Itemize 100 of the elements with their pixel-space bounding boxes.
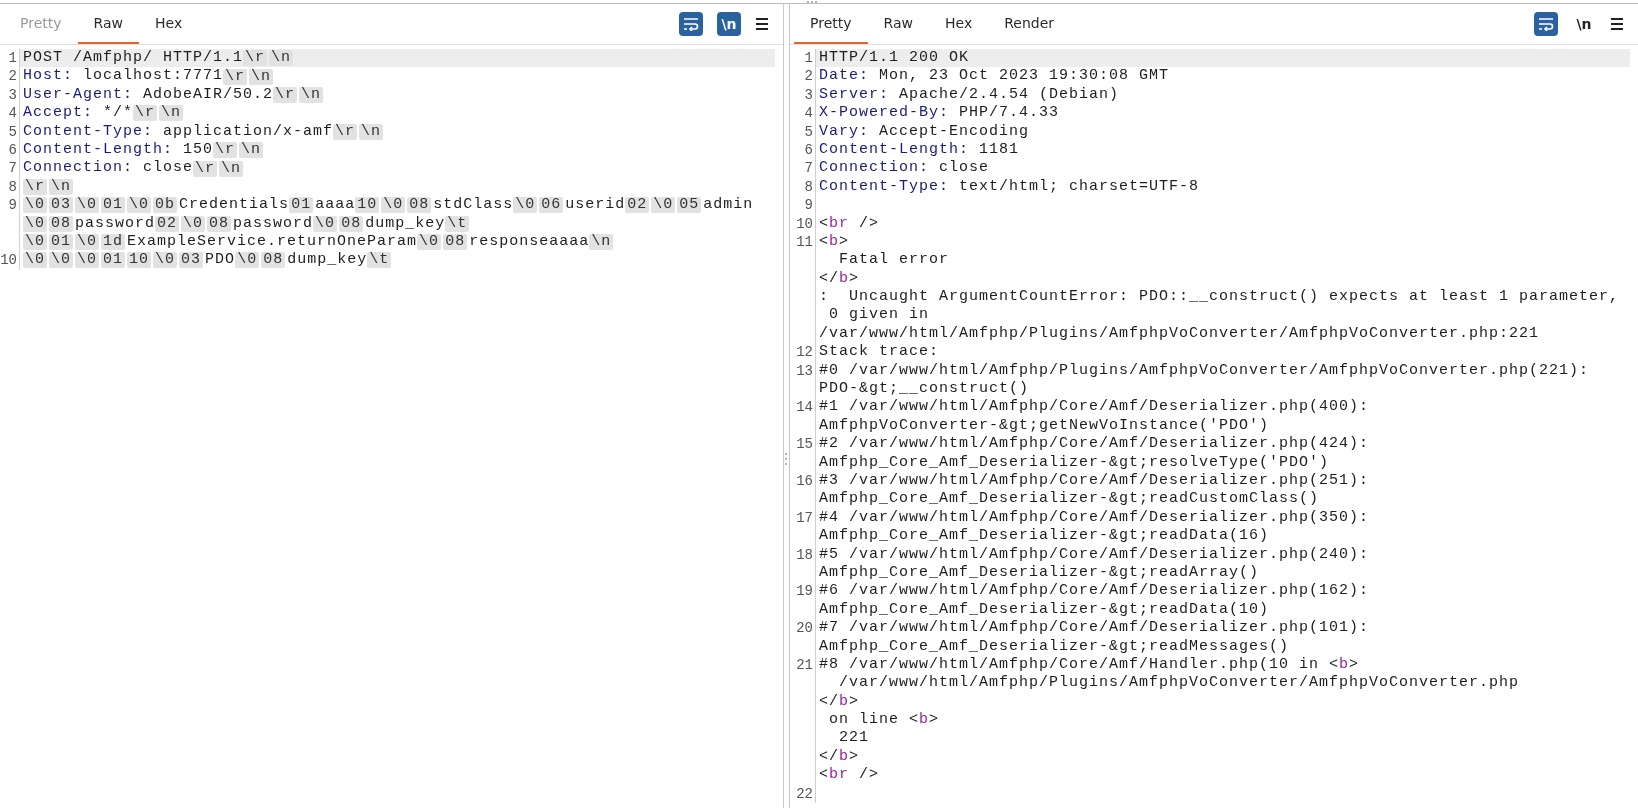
escape-sequence: \0 bbox=[153, 252, 178, 269]
code-line: PDO-&gt;__construct() bbox=[819, 380, 1030, 399]
resize-grip-icon[interactable] bbox=[784, 452, 788, 466]
code-line: Amfphp_Core_Amf_Deserializer-&gt;resolveType('PDO') bbox=[819, 453, 1330, 472]
escape-sequence: \0 bbox=[651, 197, 676, 214]
escape-sequence: \0 bbox=[513, 197, 538, 214]
code-text: close bbox=[142, 159, 194, 178]
escape-sequence: 08 bbox=[339, 215, 364, 232]
line-number: 19 bbox=[796, 583, 813, 600]
line-number: 6 bbox=[804, 141, 813, 158]
escape-sequence: \0 bbox=[235, 252, 260, 269]
code-text: */* bbox=[102, 104, 134, 123]
line-number: 14 bbox=[796, 399, 813, 416]
code-line: Date: Mon, 23 Oct 2023 19:30:08 GMT bbox=[819, 67, 1170, 86]
escape-sequence: \n bbox=[49, 178, 74, 195]
code-text: aaaa bbox=[315, 196, 356, 215]
resize-grip-icon[interactable] bbox=[806, 0, 818, 4]
line-number: 2 bbox=[8, 68, 17, 85]
escape-sequence: \0 bbox=[23, 234, 47, 251]
escape-sequence: \r bbox=[333, 123, 358, 140]
line-number: 4 bbox=[8, 105, 17, 122]
code-line: Stack trace: bbox=[819, 343, 940, 362]
code-line: Content-Length: 1181 bbox=[819, 140, 1020, 160]
code-line: Connection: close bbox=[819, 159, 990, 178]
escape-sequence: \r bbox=[213, 142, 238, 159]
line-number: 22 bbox=[796, 785, 813, 802]
wrap-icon bbox=[1538, 17, 1554, 31]
code-text: AdobeAIR/50.2 bbox=[142, 85, 274, 105]
line-number: 9 bbox=[8, 197, 17, 214]
code-line: <br /> bbox=[819, 766, 880, 785]
code-text: Content-Type: bbox=[23, 122, 154, 141]
escape-sequence: \0 bbox=[23, 252, 47, 269]
escape-sequence: 08 bbox=[207, 215, 232, 232]
code-text: 150 bbox=[182, 140, 214, 160]
escape-sequence: 03 bbox=[49, 197, 74, 214]
code-line: </b> bbox=[819, 269, 860, 289]
line-number: 7 bbox=[8, 160, 17, 177]
code-line: Amfphp_Core_Amf_Deserializer-&gt;readData(16) bbox=[819, 527, 1270, 546]
escape-sequence: \0 bbox=[417, 234, 442, 251]
tab[interactable]: Raw bbox=[867, 12, 929, 44]
line-number: 13 bbox=[796, 362, 813, 379]
escape-sequence: \n bbox=[219, 160, 244, 177]
escape-sequence: 08 bbox=[49, 215, 74, 232]
code-line: on line <b> bbox=[828, 711, 940, 730]
line-number: 8 bbox=[8, 178, 17, 195]
line-number: 4 bbox=[804, 105, 813, 122]
line-number: 17 bbox=[796, 509, 813, 526]
newline-toggle[interactable]: \n bbox=[1572, 12, 1596, 36]
line-number: 10 bbox=[0, 252, 17, 269]
code-text: stdClass bbox=[433, 196, 514, 215]
escape-sequence: \0 bbox=[75, 197, 100, 214]
code-text: Credentials bbox=[179, 196, 290, 215]
escape-sequence: \0 bbox=[181, 215, 206, 232]
code-line: AmfphpVoConverter-&gt;getNewVoInstance('PDO') bbox=[819, 416, 1270, 436]
escape-sequence: \r bbox=[273, 86, 298, 103]
line-number: 18 bbox=[796, 546, 813, 563]
code-line: #1 /var/www/html/Amfphp/Core/Amf/Deserializer.php(400): bbox=[819, 398, 1370, 417]
code-line: <br /> bbox=[819, 214, 880, 233]
code-line: #6 /var/www/html/Amfphp/Core/Amf/Deserializer.php(162): bbox=[819, 582, 1370, 601]
escape-sequence: 1d bbox=[101, 234, 126, 251]
escape-sequence: \n bbox=[239, 142, 264, 159]
wrap-lines-button[interactable] bbox=[679, 12, 703, 36]
line-number: 21 bbox=[796, 656, 813, 673]
escape-sequence: 08 bbox=[261, 252, 286, 269]
escape-sequence: \t bbox=[445, 215, 470, 232]
tab[interactable]: Hex bbox=[139, 12, 199, 44]
tab[interactable]: Pretty bbox=[794, 12, 868, 44]
wrap-lines-button[interactable] bbox=[1534, 12, 1558, 36]
escape-sequence: \0 bbox=[49, 252, 74, 269]
tab[interactable]: Raw bbox=[77, 12, 139, 44]
code-line: 0 given in bbox=[828, 306, 930, 325]
code-text: PDO bbox=[205, 251, 236, 270]
code-line: /var/www/html/Amfphp/Plugins/AmfphpVoConverter/AmfphpVoConverter.php:221 bbox=[819, 324, 1540, 344]
escape-sequence: \0 bbox=[127, 197, 152, 214]
code-text: ExampleService.returnOneParam bbox=[127, 232, 418, 252]
code-line: #4 /var/www/html/Amfphp/Core/Amf/Deserializer.php(350): bbox=[819, 508, 1370, 528]
escape-sequence: 08 bbox=[443, 234, 468, 251]
escape-sequence: \r bbox=[243, 50, 268, 67]
wrap-icon bbox=[683, 17, 699, 31]
line-number: 11 bbox=[796, 233, 813, 250]
escape-sequence: \0 bbox=[313, 215, 338, 232]
code-text: responseaaaa bbox=[469, 232, 590, 252]
menu-icon[interactable] bbox=[1610, 17, 1624, 31]
line-number: 10 bbox=[796, 215, 813, 232]
line-number: 7 bbox=[804, 160, 813, 177]
menu-icon[interactable] bbox=[755, 17, 769, 31]
code-text: POST /Amfphp/ HTTP/1.1 bbox=[23, 49, 244, 68]
line-number: 5 bbox=[804, 123, 813, 140]
escape-sequence: \0 bbox=[381, 197, 406, 214]
line-number: 1 bbox=[804, 50, 813, 66]
line-number: 3 bbox=[8, 86, 17, 103]
escape-sequence: 01 bbox=[101, 252, 126, 269]
newline-toggle[interactable]: \n bbox=[717, 12, 741, 36]
tab[interactable]: Render bbox=[988, 12, 1070, 44]
escape-sequence: \r bbox=[133, 105, 158, 122]
line-number: 3 bbox=[804, 86, 813, 103]
code-line: X-Powered-By: PHP/7.4.33 bbox=[819, 104, 1060, 123]
code-text: password bbox=[75, 214, 156, 233]
code-text: application/x-amf bbox=[162, 122, 334, 141]
tab[interactable]: Hex bbox=[929, 12, 989, 44]
